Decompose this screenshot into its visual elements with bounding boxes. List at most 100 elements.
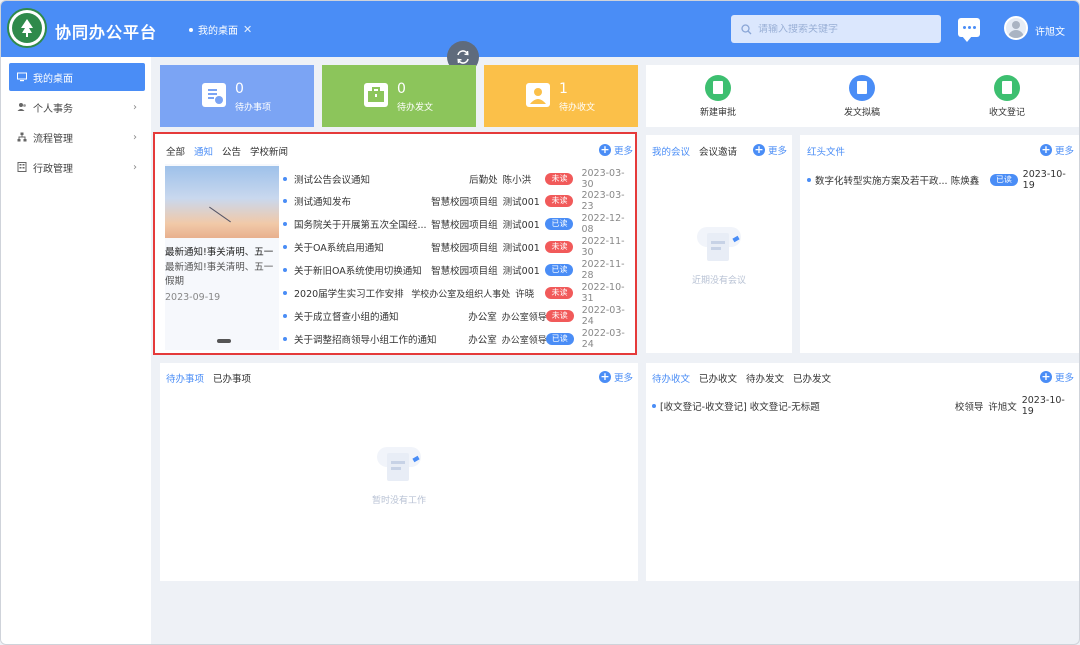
document-tabs: 待办收文 已办收文 待办发文 已办发文 bbox=[652, 371, 831, 385]
status-badge: 已读 bbox=[545, 333, 574, 345]
tab-my-desktop[interactable]: 我的桌面 ✕ bbox=[189, 22, 252, 37]
documents-panel bbox=[646, 363, 1079, 581]
tab-pending-outgoing[interactable]: 待办发文 bbox=[746, 371, 784, 385]
status-badge: 未读 bbox=[545, 195, 574, 207]
row-dept: 智慧校园项目组 bbox=[431, 220, 498, 231]
notice-row[interactable]: 关于新旧OA系统使用切换通知 智慧校园项目组 测试001 已读 2022-11-28 bbox=[283, 259, 635, 281]
redhead-panel bbox=[800, 135, 1079, 353]
featured-summary: 最新通知!事关清明、五一假期 bbox=[165, 262, 274, 287]
tab-pending-tasks[interactable]: 待办事项 bbox=[166, 371, 204, 385]
status-badge: 未读 bbox=[545, 310, 574, 322]
tab-pending-incoming[interactable]: 待办收文 bbox=[652, 371, 690, 385]
monitor-icon bbox=[17, 72, 27, 82]
register-icon bbox=[994, 75, 1020, 101]
notice-tabs: 全部 通知 公告 学校新闻 bbox=[166, 144, 288, 158]
stat-incoming[interactable]: 1 待办收文 bbox=[484, 65, 638, 127]
notice-row[interactable]: 2020届学生实习工作安排 学校办公室及组织人事处 许晓 未读 2022-10-31 bbox=[283, 282, 635, 304]
document-row[interactable]: [收文登记-收文登记] 收文登记-无标题 校领导 许旭文 2023-10-19 bbox=[652, 395, 1076, 417]
search-input[interactable] bbox=[758, 23, 928, 35]
sidebar-item-personal[interactable]: 个人事务 › bbox=[9, 93, 145, 121]
message-icon[interactable] bbox=[958, 18, 980, 42]
tab-all[interactable]: 全部 bbox=[166, 144, 185, 158]
sitemap-icon bbox=[17, 132, 27, 142]
plus-icon: + bbox=[599, 143, 611, 156]
status-badge: 已读 bbox=[990, 174, 1018, 186]
plus-icon: + bbox=[1040, 143, 1052, 156]
notice-row[interactable]: 国务院关于开展第五次全国经... 智慧校园项目组 测试001 已读 2022-12-08 bbox=[283, 213, 635, 235]
sidebar-item-label: 我的桌面 bbox=[33, 73, 73, 85]
more-label: 更多 bbox=[614, 373, 634, 384]
tab-meeting-invites[interactable]: 会议邀请 bbox=[699, 144, 737, 158]
status-badge: 未读 bbox=[545, 287, 574, 299]
status-badge: 未读 bbox=[545, 241, 574, 253]
tab-announcement[interactable]: 公告 bbox=[222, 144, 241, 158]
avatar[interactable] bbox=[1004, 16, 1028, 40]
row-title: 关于OA系统启用通知 bbox=[294, 243, 384, 254]
row-date: 2023-03-30 bbox=[581, 168, 625, 190]
search-icon bbox=[741, 23, 752, 34]
school-logo bbox=[7, 8, 47, 48]
notice-row[interactable]: 关于成立督查小组的通知 办公室 办公室领导1 未读 2022-03-24 bbox=[283, 305, 635, 327]
row-author: 许晓 bbox=[515, 289, 535, 300]
stat-outgoing[interactable]: 0 待办发文 bbox=[322, 65, 476, 127]
todo-list-icon bbox=[202, 83, 226, 107]
docs-more-button[interactable]: + 更多 bbox=[1040, 370, 1074, 384]
draft-document-button[interactable]: 发文拟稿 bbox=[817, 75, 907, 118]
brand-title: 协同办公平台 bbox=[55, 23, 158, 42]
stat-label: 待办收文 bbox=[559, 103, 596, 113]
row-title: 关于调整招商领导小组工作的通知 bbox=[294, 335, 437, 346]
tab-done-tasks[interactable]: 已办事项 bbox=[213, 371, 251, 385]
search-box[interactable] bbox=[731, 15, 941, 43]
sidebar-item-label: 行政管理 bbox=[33, 163, 73, 175]
tab-notice[interactable]: 通知 bbox=[194, 144, 213, 158]
row-date: 2023-10-19 bbox=[1022, 169, 1066, 191]
redhead-row[interactable]: 数字化转型实施方案及若干政... 陈焕鑫 已读 2023-10-19 bbox=[807, 169, 1077, 191]
chevron-right-icon: › bbox=[133, 101, 137, 113]
stat-todo[interactable]: 0 待办事项 bbox=[160, 65, 314, 127]
stat-label: 待办事项 bbox=[235, 103, 272, 113]
notice-row[interactable]: 测试公告会议通知 后勤处 陈小洪 未读 2023-03-30 bbox=[283, 168, 635, 190]
row-dept: 后勤处 bbox=[469, 175, 498, 186]
tasks-more-button[interactable]: + 更多 bbox=[599, 370, 633, 384]
tab-done-outgoing[interactable]: 已办发文 bbox=[793, 371, 831, 385]
row-author: 陈小洪 bbox=[502, 175, 532, 186]
tab-school-news[interactable]: 学校新闻 bbox=[250, 144, 288, 158]
receive-register-button[interactable]: 收文登记 bbox=[962, 75, 1052, 118]
row-title: 2020届学生实习工作安排 bbox=[294, 289, 404, 300]
sidebar-item-workflow[interactable]: 流程管理 › bbox=[9, 123, 145, 151]
meeting-tabs: 我的会议 会议邀请 bbox=[652, 144, 737, 158]
plus-icon: + bbox=[1040, 370, 1052, 383]
building-icon bbox=[17, 162, 27, 172]
notice-row[interactable]: 测试通知发布 智慧校园项目组 测试001 未读 2023-03-23 bbox=[283, 190, 635, 212]
redhead-more-button[interactable]: + 更多 bbox=[1040, 143, 1074, 157]
close-icon[interactable]: ✕ bbox=[243, 23, 252, 36]
tab-done-incoming[interactable]: 已办收文 bbox=[699, 371, 737, 385]
row-author: 测试001 bbox=[502, 266, 540, 277]
tab-my-meetings[interactable]: 我的会议 bbox=[652, 144, 690, 158]
row-author: 测试001 bbox=[502, 220, 540, 231]
notice-row[interactable]: 关于OA系统启用通知 智慧校园项目组 测试001 未读 2022-11-30 bbox=[283, 236, 635, 258]
notice-row[interactable]: 关于调整招商领导小组工作的通知 办公室 办公室领导1 已读 2022-03-24 bbox=[283, 328, 635, 350]
plus-icon: + bbox=[599, 370, 611, 383]
new-approval-button[interactable]: 新建审批 bbox=[673, 75, 763, 118]
sidebar-item-admin[interactable]: 行政管理 › bbox=[9, 153, 145, 181]
tasks-empty: 暂时没有工作 bbox=[356, 443, 442, 506]
row-author: 办公室领导1 bbox=[501, 335, 553, 346]
notice-more-button[interactable]: + 更多 bbox=[599, 143, 633, 157]
row-title: 测试通知发布 bbox=[294, 197, 352, 208]
row-author: 许旭文 bbox=[988, 402, 1017, 413]
row-title: 关于新旧OA系统使用切换通知 bbox=[294, 266, 422, 277]
featured-news[interactable]: 最新通知!事关清明、五一 最新通知!事关清明、五一假期 2023-09-19 bbox=[165, 164, 279, 350]
stat-value: 0 bbox=[235, 81, 244, 97]
more-label: 更多 bbox=[1055, 373, 1075, 384]
briefcase-icon bbox=[364, 83, 388, 107]
carousel-indicator[interactable] bbox=[217, 339, 231, 343]
row-title: 关于成立督查小组的通知 bbox=[294, 312, 399, 323]
tab-redhead[interactable]: 红头文件 bbox=[807, 144, 845, 158]
meetings-more-button[interactable]: + 更多 bbox=[753, 143, 787, 157]
meetings-empty: 近期没有会议 bbox=[676, 223, 762, 286]
row-date: 2022-03-24 bbox=[581, 305, 625, 327]
row-author: 测试001 bbox=[502, 197, 540, 208]
user-name[interactable]: 许旭文 bbox=[1035, 23, 1065, 38]
sidebar-item-desktop[interactable]: 我的桌面 bbox=[9, 63, 145, 91]
